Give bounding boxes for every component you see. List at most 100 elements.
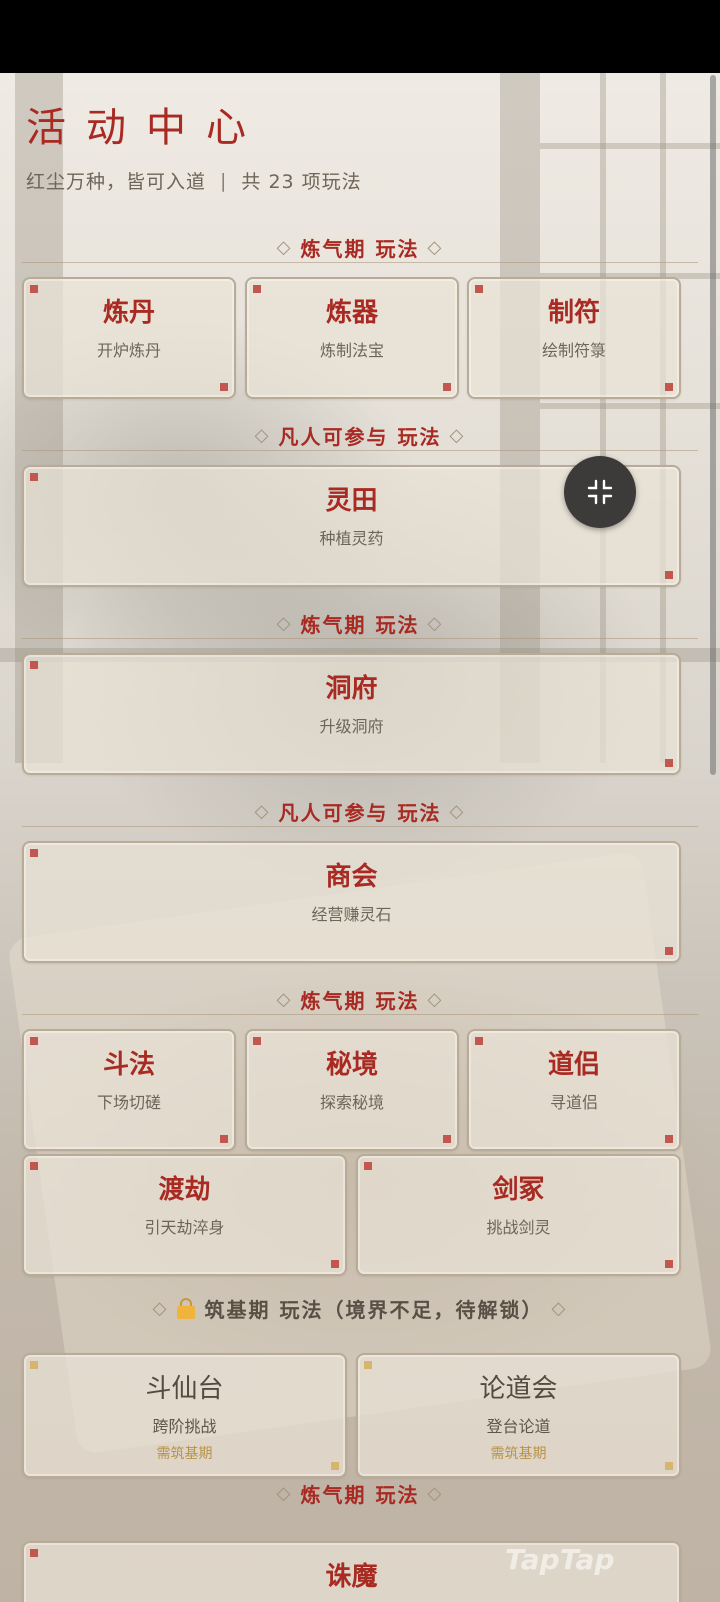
- page-header: 活动中心 红尘万种，皆可入道 | 共 23 项玩法: [26, 103, 362, 194]
- card-name: 斗仙台: [145, 1374, 224, 1404]
- activity-card-lianqi[interactable]: 炼器 炼制法宝: [245, 277, 459, 399]
- card-desc: 开炉炼丹: [96, 341, 161, 360]
- section-header-lianqi: ◇ 炼气期 玩法 ◇: [22, 985, 698, 1015]
- card-desc: 绘制符箓: [541, 341, 606, 360]
- card-desc: 挑战剑灵: [486, 1218, 551, 1237]
- corner-ornament: [220, 1135, 228, 1143]
- activity-center-page[interactable]: 活动中心 红尘万种，皆可入道 | 共 23 项玩法 ◇ 炼气期 玩法 ◇ 炼丹 …: [0, 73, 720, 1602]
- section-label: 炼气期 玩法: [300, 237, 420, 261]
- activity-card-lundaohui[interactable]: 论道会 登台论道 需筑基期: [356, 1353, 681, 1478]
- section-label: 炼气期 玩法: [300, 989, 420, 1013]
- card-name: 洞府: [325, 674, 378, 704]
- taptap-watermark: TapTap: [505, 1543, 615, 1576]
- corner-ornament: [665, 1135, 673, 1143]
- corner-ornament: [253, 285, 261, 293]
- collapse-floating-button[interactable]: [564, 456, 636, 528]
- diamond-icon: ◇: [427, 989, 444, 1010]
- card-name: 道侣: [547, 1050, 600, 1080]
- activity-card-daolv[interactable]: 道侣 寻道侣: [467, 1029, 681, 1151]
- activity-card-jianzhong[interactable]: 剑冢 挑战剑灵: [356, 1154, 681, 1276]
- corner-ornament: [30, 473, 38, 481]
- diamond-icon: ◇: [254, 801, 271, 822]
- corner-ornament: [253, 1037, 261, 1045]
- section-label: 炼气期 玩法: [300, 613, 420, 637]
- card-requirement: 需筑基期: [490, 1446, 547, 1462]
- corner-ornament: [364, 1361, 372, 1369]
- card-name: 论道会: [479, 1374, 558, 1404]
- diamond-icon: ◇: [449, 801, 466, 822]
- page-title: 活动中心: [26, 105, 266, 151]
- card-desc: 探索秘境: [319, 1093, 384, 1112]
- section-header-fanren: ◇ 凡人可参与 玩法 ◇: [22, 421, 698, 451]
- corner-ornament: [665, 759, 673, 767]
- section-header-lianqi: ◇ 炼气期 玩法 ◇: [22, 1478, 698, 1508]
- corner-ornament: [331, 1462, 339, 1470]
- activity-count: 共 23 项玩法: [241, 171, 362, 193]
- activity-card-zhifu[interactable]: 制符 绘制符箓: [467, 277, 681, 399]
- activity-card-dongfu[interactable]: 洞府 升级洞府: [22, 653, 681, 775]
- activity-card-dujie[interactable]: 渡劫 引天劫淬身: [22, 1154, 347, 1276]
- diamond-icon: ◇: [427, 237, 444, 258]
- diamond-icon: ◇: [276, 989, 293, 1010]
- corner-ornament: [443, 1135, 451, 1143]
- subtitle-separator: |: [220, 169, 228, 192]
- corner-ornament: [475, 285, 483, 293]
- corner-ornament: [30, 1037, 38, 1045]
- activity-card-shanghui[interactable]: 商会 经营赚灵石: [22, 841, 681, 963]
- corner-ornament: [364, 1162, 372, 1170]
- corner-ornament: [30, 1361, 38, 1369]
- corner-ornament: [665, 571, 673, 579]
- corner-ornament: [220, 383, 228, 391]
- scrollbar[interactable]: [710, 75, 716, 775]
- diamond-icon: ◇: [254, 425, 271, 446]
- corner-ornament: [331, 1260, 339, 1268]
- corner-ornament: [665, 947, 673, 955]
- card-requirement: 需筑基期: [156, 1446, 213, 1462]
- card-desc: 登台论道: [486, 1417, 551, 1436]
- corner-ornament: [665, 383, 673, 391]
- card-name: 炼器: [325, 298, 378, 328]
- card-desc: 引天劫淬身: [144, 1218, 225, 1237]
- diamond-icon: ◇: [276, 613, 293, 634]
- diamond-icon: ◇: [152, 1297, 169, 1319]
- diamond-icon: ◇: [276, 237, 293, 258]
- activity-card-douxiantai[interactable]: 斗仙台 跨阶挑战 需筑基期: [22, 1353, 347, 1478]
- collapse-icon: [587, 479, 613, 505]
- subtitle-tagline: 红尘万种，皆可入道: [26, 171, 207, 193]
- status-bar: [0, 0, 720, 73]
- activity-card-mijing[interactable]: 秘境 探索秘境: [245, 1029, 459, 1151]
- corner-ornament: [443, 383, 451, 391]
- card-name: 斗法: [102, 1050, 155, 1080]
- section-label: 凡人可参与 玩法: [278, 801, 442, 825]
- corner-ornament: [665, 1462, 673, 1470]
- diamond-icon: ◇: [551, 1297, 568, 1319]
- card-name: 商会: [325, 862, 378, 892]
- card-name: 炼丹: [102, 298, 155, 328]
- corner-ornament: [30, 661, 38, 669]
- section-header-zhuji-locked: ◇ 筑基期 玩法（境界不足，待解锁） ◇: [22, 1293, 698, 1323]
- diamond-icon: ◇: [276, 1482, 293, 1504]
- diamond-icon: ◇: [427, 1482, 444, 1504]
- corner-ornament: [30, 285, 38, 293]
- card-name: 剑冢: [492, 1175, 545, 1205]
- corner-ornament: [30, 1162, 38, 1170]
- page-subtitle: 红尘万种，皆可入道 | 共 23 项玩法: [26, 167, 362, 194]
- card-name: 制符: [547, 298, 600, 328]
- card-desc: 跨阶挑战: [152, 1417, 217, 1436]
- section-label: 凡人可参与 玩法: [278, 425, 442, 449]
- activity-card-liandan[interactable]: 炼丹 开炉炼丹: [22, 277, 236, 399]
- section-label: 筑基期 玩法（境界不足，待解锁）: [204, 1297, 544, 1322]
- card-desc: 种植灵药: [319, 529, 384, 548]
- card-desc: 经营赚灵石: [311, 905, 392, 924]
- lock-icon: [176, 1298, 195, 1319]
- section-label: 炼气期 玩法: [300, 1482, 420, 1507]
- corner-ornament: [475, 1037, 483, 1045]
- card-name: 秘境: [325, 1050, 378, 1080]
- section-header-lianqi: ◇ 炼气期 玩法 ◇: [22, 233, 698, 263]
- corner-ornament: [665, 1260, 673, 1268]
- card-desc: 寻道侣: [549, 1093, 598, 1112]
- diamond-icon: ◇: [427, 613, 444, 634]
- card-desc: 下场切磋: [96, 1093, 161, 1112]
- activity-card-doufa[interactable]: 斗法 下场切磋: [22, 1029, 236, 1151]
- diamond-icon: ◇: [449, 425, 466, 446]
